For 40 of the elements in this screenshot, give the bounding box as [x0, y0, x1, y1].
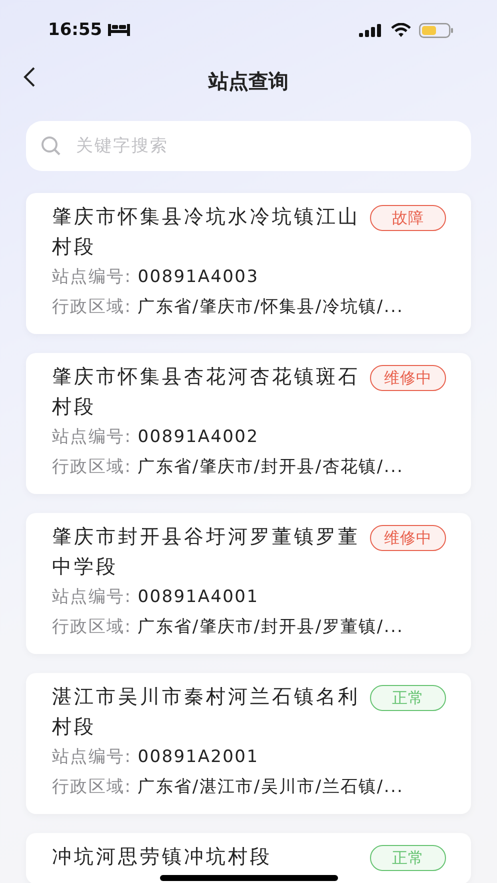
status-tag: 维修中: [370, 525, 446, 551]
search-icon: [40, 135, 62, 157]
region-value: 广东省/肇庆市/封开县/罗董镇/...: [138, 616, 404, 639]
station-number-label: 站点编号:: [52, 586, 132, 609]
station-number-label: 站点编号:: [52, 426, 132, 449]
station-number: 00891A4003: [138, 266, 259, 289]
bed-icon: [108, 24, 130, 36]
signal-icon: [359, 24, 383, 36]
search-field[interactable]: 关键字搜索: [26, 121, 471, 171]
station-title: 肇庆市封开县谷圩河罗董镇罗董中学段: [52, 524, 361, 580]
region-value: 广东省/肇庆市/封开县/杏花镇/...: [138, 456, 404, 479]
region-value: 广东省/湛江市/吴川市/兰石镇/...: [138, 776, 404, 799]
station-number: 00891A2001: [138, 746, 259, 769]
status-tag: 故障: [370, 205, 446, 231]
region-label: 行政区域:: [52, 776, 132, 799]
wifi-icon: [391, 23, 411, 37]
station-title: 肇庆市怀集县杏花河杏花镇斑石村段: [52, 364, 361, 420]
status-time: 16:55: [48, 20, 102, 40]
station-card[interactable]: 肇庆市封开县谷圩河罗董镇罗董中学段 维修中 站点编号: 00891A4001 行政区域: 广东省/肇庆市/封开县/罗董镇/...: [26, 513, 471, 654]
station-card[interactable]: 肇庆市怀集县杏花河杏花镇斑石村段 维修中 站点编号: 00891A4002 行政区域: 广东省/肇庆市/封开县/杏花镇/...: [26, 353, 471, 494]
station-number: 00891A4001: [138, 586, 259, 609]
station-number-label: 站点编号:: [52, 266, 132, 289]
page-title: 站点查询: [208, 68, 288, 94]
station-title: 湛江市吴川市秦村河兰石镇名利村段: [52, 684, 361, 740]
station-title: 肇庆市怀集县冷坑水冷坑镇江山村段: [52, 204, 361, 260]
battery-icon: [419, 22, 453, 38]
region-label: 行政区域:: [52, 296, 132, 319]
status-tag: 维修中: [370, 365, 446, 391]
region-label: 行政区域:: [52, 616, 132, 639]
station-card[interactable]: 冲坑河思劳镇冲坑村段 正常: [26, 833, 471, 883]
region-label: 行政区域:: [52, 456, 132, 479]
station-number: 00891A4002: [138, 426, 259, 449]
station-number-label: 站点编号:: [52, 746, 132, 769]
station-card[interactable]: 肇庆市怀集县冷坑水冷坑镇江山村段 故障 站点编号: 00891A4003 行政区域: 广东省/肇庆市/怀集县/冷坑镇/...: [26, 193, 471, 334]
region-value: 广东省/肇庆市/怀集县/冷坑镇/...: [138, 296, 404, 319]
back-icon: [22, 66, 36, 88]
station-title: 冲坑河思劳镇冲坑村段: [52, 844, 273, 870]
status-tag: 正常: [370, 685, 446, 711]
status-tag: 正常: [370, 845, 446, 871]
station-card[interactable]: 湛江市吴川市秦村河兰石镇名利村段 正常 站点编号: 00891A2001 行政区域: 广东省/湛江市/吴川市/兰石镇/...: [26, 673, 471, 814]
